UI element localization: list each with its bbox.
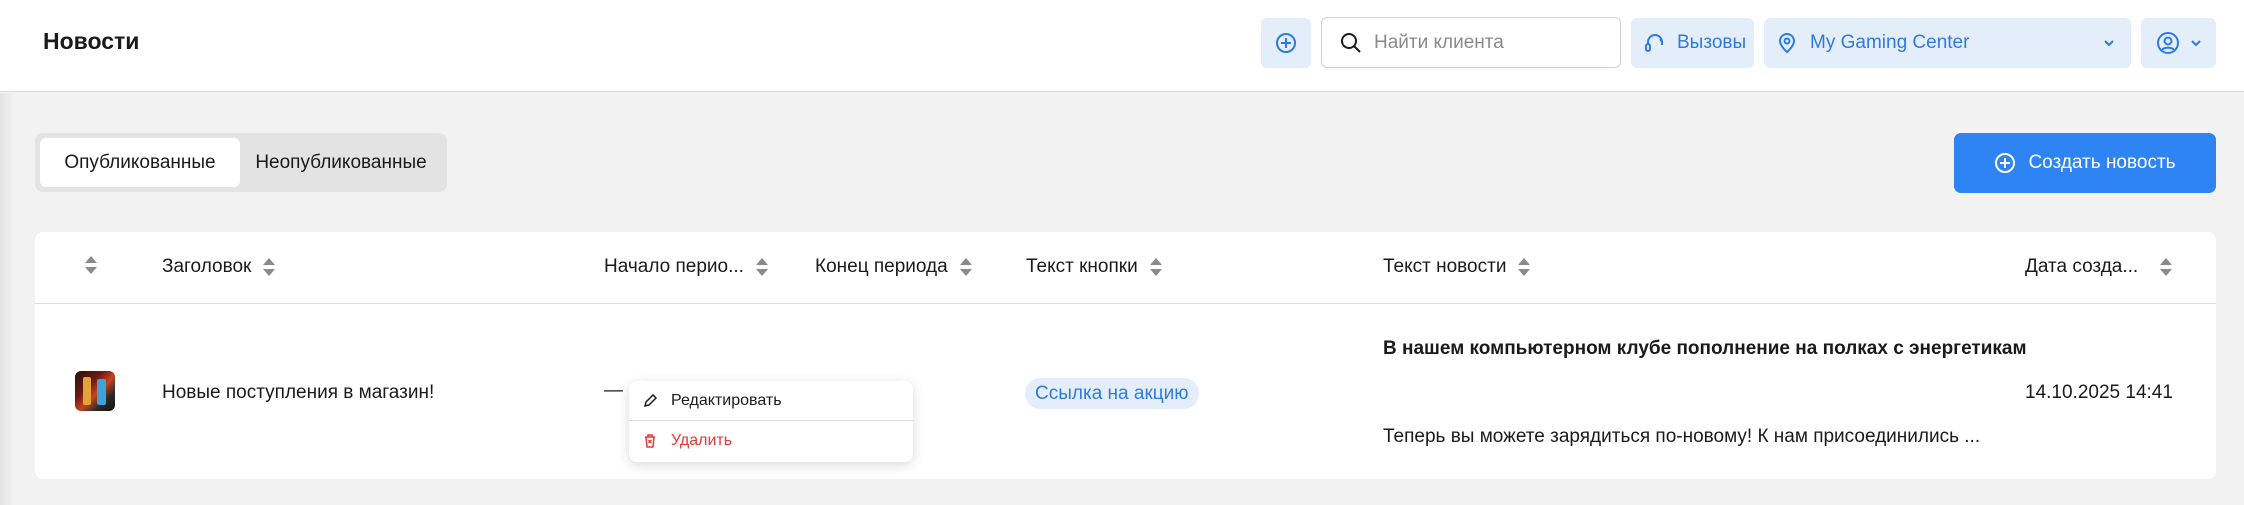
quick-add-button[interactable] [1261,18,1311,68]
create-news-button[interactable]: Создать новость [1954,133,2216,193]
location-pin-icon [1778,33,1796,54]
row-context-menu: Редактировать Удалить [629,381,913,462]
user-icon [2156,32,2179,54]
sort-icon [1518,258,1531,276]
row-news-text: Теперь вы можете зарядиться по-новому! К… [1383,426,1981,447]
column-header-title[interactable]: Заголовок [162,256,276,278]
app-header: Новости Вызовы My Gaming Center [0,0,2244,92]
tab-unpublished[interactable]: Неопубликованные [240,138,442,187]
publication-tabs: Опубликованные Неопубликованные [35,133,447,192]
client-search[interactable] [1321,17,1621,68]
plus-circle-icon [1276,33,1296,53]
row-created: 14.10.2025 14:41 [2025,382,2173,403]
button-text-tag: Ссылка на акцию [1025,378,1199,409]
sidebar-shadow [0,93,14,505]
table-header: Заголовок Начало перио... Конец периода … [35,232,2216,304]
pencil-icon [641,392,659,410]
sort-icon [85,256,97,274]
news-table: Заголовок Начало перио... Конец периода … [35,232,2216,479]
user-menu-button[interactable] [2141,18,2216,68]
trash-icon [641,432,659,450]
edit-label: Редактировать [671,391,782,409]
column-header-button-text[interactable]: Текст кнопки [1026,256,1162,278]
table-row[interactable]: Новые поступления в магазин! — Ссылка на… [35,305,2216,479]
row-title: Новые поступления в магазин! [162,382,435,403]
club-selector[interactable]: My Gaming Center [1764,18,2131,68]
sort-icon [2160,258,2173,276]
chevron-down-icon [2104,40,2114,47]
column-header-news-text[interactable]: Текст новости [1383,256,1531,278]
headset-icon [1645,34,1663,52]
club-label: My Gaming Center [1810,32,1970,53]
column-header-created[interactable]: Дата созда... [2025,256,2173,278]
sort-icon [263,258,276,276]
row-news-title: В нашем компьютерном клубе пополнение на… [1383,338,2027,359]
delete-label: Удалить [671,432,733,449]
tab-published[interactable]: Опубликованные [40,138,240,187]
column-header-end[interactable]: Конец периода [815,256,972,278]
column-header-image[interactable] [85,256,97,274]
edit-menu-item[interactable]: Редактировать [629,381,913,421]
plus-circle-icon [1995,153,2016,173]
delete-menu-item[interactable]: Удалить [629,421,913,461]
calls-label: Вызовы [1677,32,1747,53]
chevron-down-icon [2190,40,2201,47]
sort-icon [959,258,972,276]
sort-icon [1149,258,1162,276]
news-thumbnail [75,371,115,411]
search-icon [1341,32,1361,53]
calls-button[interactable]: Вызовы [1631,18,1754,68]
sort-icon [755,258,768,276]
page-title: Новости [43,28,140,54]
row-start: — [604,380,623,401]
create-news-label: Создать новость [2028,152,2176,173]
column-header-start[interactable]: Начало перио... [604,256,768,278]
search-input[interactable] [1374,31,1614,54]
